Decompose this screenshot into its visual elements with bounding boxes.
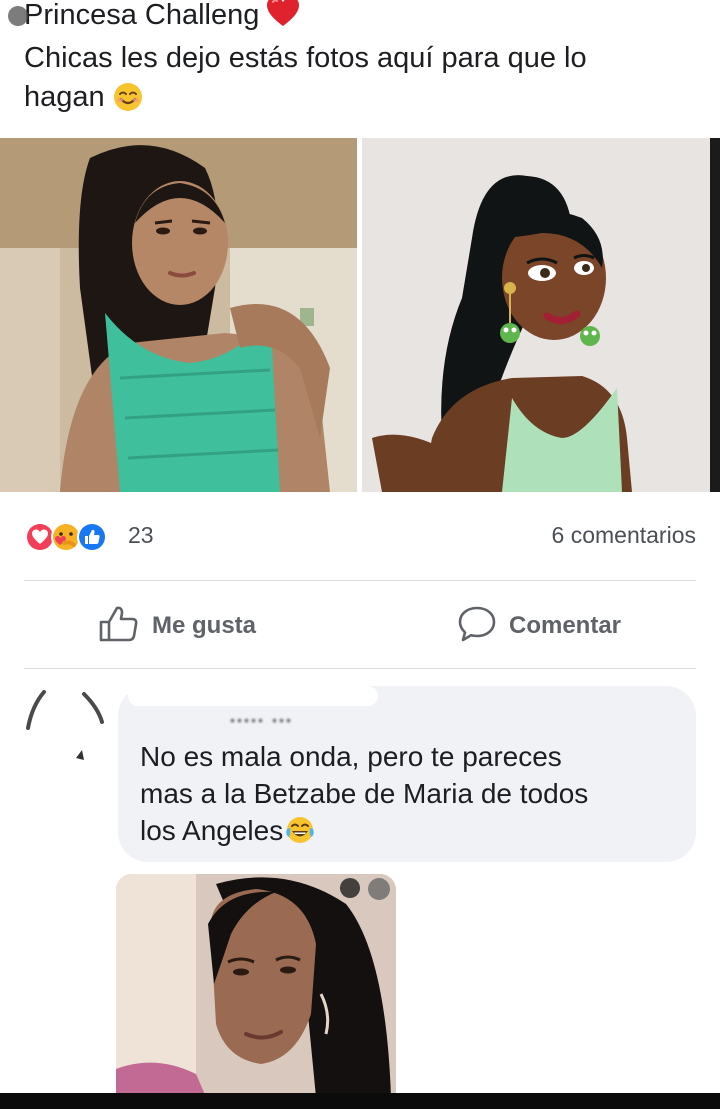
love-reaction-icon: [25, 522, 55, 552]
post-title: Princesa Challeng: [24, 0, 260, 31]
like-button[interactable]: Me gusta: [98, 604, 256, 648]
reaction-icons-group: [25, 522, 107, 552]
close-icon[interactable]: [8, 6, 28, 26]
comment-photo[interactable]: [116, 874, 396, 1097]
comment-button[interactable]: Comentar: [457, 604, 621, 648]
red-heart-icon: [265, 0, 301, 39]
comment-line-1: No es mala onda, pero te pareces: [140, 741, 562, 772]
settings-icon[interactable]: [340, 878, 360, 898]
like-button-label: Me gusta: [152, 612, 257, 639]
post-text: Princesa Challeng Chicas les dejo estás …: [24, 0, 704, 123]
smiling-face-icon: [113, 82, 143, 123]
comment-text: No es mala onda, pero te pareces mas a l…: [140, 738, 680, 854]
photo-cartoon-princess-image: [362, 138, 710, 492]
reaction-count[interactable]: 23: [128, 522, 154, 549]
comment-bubble[interactable]: ..... ... No es mala onda, pero te parec…: [118, 686, 696, 862]
comment-line-3: los Angeles: [140, 812, 680, 854]
comment-line-2: mas a la Betzabe de Maria de todos: [140, 778, 589, 809]
post-title-line: Princesa Challeng: [24, 0, 704, 39]
photo-real-girl-image: [0, 138, 357, 492]
comment-line-3-text: los Angeles: [140, 815, 284, 846]
divider-top: [24, 580, 696, 581]
reactions-row[interactable]: 23 6 comentarios: [24, 518, 696, 554]
post-body-word: hagan: [24, 81, 105, 113]
post-body-line-1: Chicas les dejo estás fotos aquí para qu…: [24, 42, 587, 74]
avatar-image: [26, 690, 104, 760]
comment-button-label: Comentar: [509, 612, 622, 639]
divider-bottom: [24, 668, 696, 669]
commenter-avatar[interactable]: [24, 688, 104, 768]
post-body-line-2: hagan: [24, 78, 704, 123]
reaction-icons[interactable]: [24, 521, 124, 553]
photo-edge: [710, 138, 720, 492]
like-reaction-icon: [77, 522, 107, 552]
share-icon[interactable]: [368, 878, 390, 900]
thumbs-up-icon: [98, 605, 140, 648]
photo-cartoon-princess[interactable]: [362, 138, 710, 492]
tears-of-joy-icon: [285, 815, 315, 854]
author-name-redaction: [128, 686, 378, 706]
comments-count-link[interactable]: 6 comentarios: [552, 522, 696, 549]
speech-bubble-icon: [457, 605, 497, 648]
care-reaction-icon: [51, 522, 81, 552]
bottom-bar: [0, 1093, 720, 1109]
photo-real-girl[interactable]: [0, 138, 357, 492]
comment-author-name[interactable]: ..... ...: [230, 706, 293, 727]
comment-photo-image: [116, 874, 396, 1097]
